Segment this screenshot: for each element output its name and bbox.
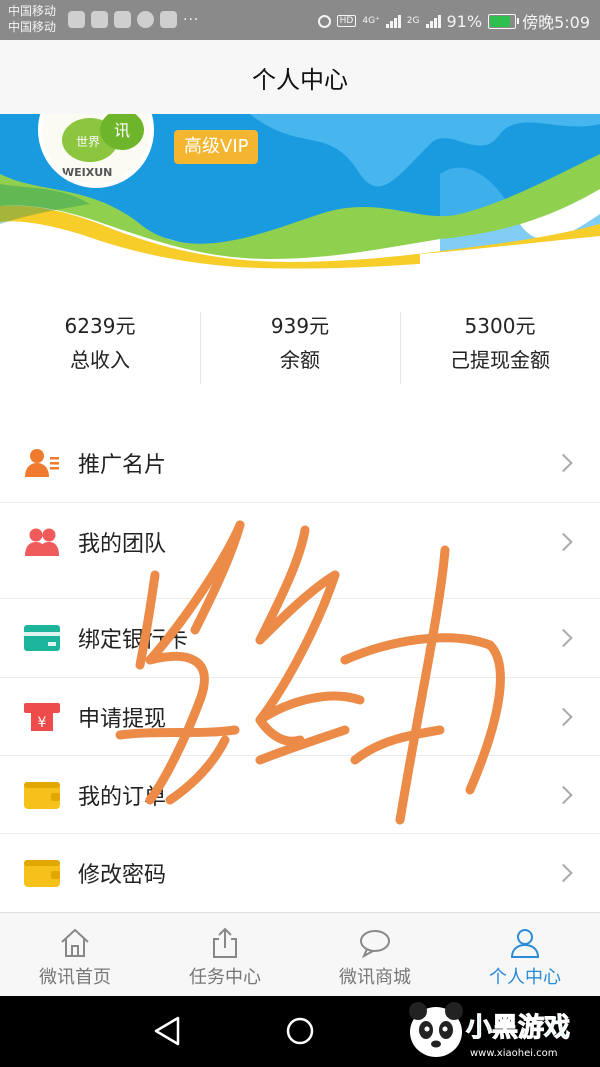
stat-total-income[interactable]: 6239元 总收入 xyxy=(0,310,200,384)
bottom-nav: 微讯首页 任务中心 微讯商城 个人中心 xyxy=(0,912,600,997)
business-card-icon xyxy=(25,449,59,477)
stat-label: 己提现金额 xyxy=(450,348,550,372)
svg-text:¥: ¥ xyxy=(38,715,47,731)
chevron-right-icon xyxy=(554,628,573,648)
back-icon[interactable] xyxy=(154,1016,180,1046)
watermark-logo-icon: 小黑游戏 www.xiaohei.com xyxy=(409,1002,571,1059)
menu-item-bind-bank-card[interactable]: 绑定银行卡 xyxy=(0,599,600,677)
battery-percent: 91% xyxy=(446,11,483,31)
person-icon xyxy=(510,929,540,958)
clock: 傍晚5:09 xyxy=(522,13,590,32)
network-4g-label: 4G⁺ xyxy=(362,16,380,26)
status-bar: 中国移动 中国移动 ··· HD 4G⁺ 2G 91% 傍晚5:09 xyxy=(0,0,600,40)
carrier-1: 中国移动 xyxy=(8,4,57,18)
tab-home[interactable]: 微讯首页 xyxy=(0,913,150,997)
tab-label: 个人中心 xyxy=(489,967,561,988)
tab-label: 任务中心 xyxy=(189,967,261,988)
system-navigation-bar: 小黑游戏 www.xiaohei.com xyxy=(0,996,600,1067)
system-indicators: HD 4G⁺ 2G 91% 傍晚5:09 xyxy=(317,9,590,33)
home-circle-icon[interactable] xyxy=(286,1017,314,1045)
stat-label: 总收入 xyxy=(70,348,130,372)
order-wallet-icon xyxy=(24,782,60,809)
home-icon xyxy=(61,928,89,957)
menu-item-withdraw[interactable]: ¥ 申请提现 xyxy=(0,678,600,756)
title-bar: 个人中心 xyxy=(0,40,600,115)
menu-item-business-card[interactable]: 推广名片 xyxy=(0,424,600,502)
carrier-2: 中国移动 xyxy=(8,20,57,34)
music-notification-icon xyxy=(91,11,108,28)
stat-balance[interactable]: 939元 余额 xyxy=(200,310,400,384)
shield-notification-icon xyxy=(114,11,131,28)
weixun-logo-icon: 世界 讯 WEIXUN xyxy=(42,114,150,184)
chat-bubble-icon xyxy=(360,930,390,959)
withdraw-icon: ¥ xyxy=(24,703,60,731)
chevron-right-icon xyxy=(554,707,573,727)
avatar-wordmark: WEIXUN xyxy=(62,166,112,179)
watermark-url-text: www.xiaohei.com xyxy=(470,1048,558,1059)
chat-notification-icon xyxy=(137,11,154,28)
menu-item-label: 申请提现 xyxy=(78,707,167,732)
chevron-right-icon xyxy=(554,863,573,883)
stat-value: 5300元 xyxy=(464,314,536,338)
app-notification-icon xyxy=(68,11,85,28)
menu-item-label: 修改密码 xyxy=(78,863,167,888)
tab-label: 微讯商城 xyxy=(339,967,411,988)
tab-profile[interactable]: 个人中心 xyxy=(450,913,600,997)
stats-row: 6239元 总收入 939元 余额 5300元 己提现金额 xyxy=(0,310,600,384)
more-notifications: ··· xyxy=(183,11,200,28)
menu-item-my-team[interactable]: 我的团队 xyxy=(0,503,600,581)
alarm-icon xyxy=(317,14,331,28)
hd-badge: HD xyxy=(336,15,357,27)
stat-withdrawn[interactable]: 5300元 己提现金额 xyxy=(400,310,600,384)
stat-value: 6239元 xyxy=(64,314,136,338)
menu-item-label: 绑定银行卡 xyxy=(78,628,189,653)
stat-value: 939元 xyxy=(270,314,330,338)
notification-icons: ··· xyxy=(68,11,199,28)
menu-item-label: 推广名片 xyxy=(78,453,167,478)
share-upload-icon xyxy=(213,927,237,958)
svg-text:讯: 讯 xyxy=(114,121,130,140)
password-wallet-icon xyxy=(24,860,60,887)
battery-icon xyxy=(488,13,520,29)
menu-item-change-password[interactable]: 修改密码 xyxy=(0,834,600,912)
carrier-info: 中国移动 中国移动 xyxy=(8,3,56,35)
stat-label: 余额 xyxy=(280,348,320,372)
page-title: 个人中心 xyxy=(252,65,348,94)
app-notification-icon xyxy=(160,11,177,28)
profile-banner: 世界 讯 WEIXUN 高级VIP xyxy=(0,114,600,274)
avatar-text: 世界 xyxy=(76,135,100,149)
bank-card-icon xyxy=(24,625,60,651)
menu-item-label: 我的团队 xyxy=(78,532,167,557)
chevron-right-icon xyxy=(554,453,573,473)
chevron-right-icon xyxy=(554,532,573,552)
menu-item-my-orders[interactable]: 我的订单 xyxy=(0,756,600,834)
watermark-brand-text: 小黑游戏 xyxy=(466,1013,570,1043)
tab-task-center[interactable]: 任务中心 xyxy=(150,913,300,997)
signal-icon xyxy=(385,14,401,28)
tab-label: 微讯首页 xyxy=(39,967,111,988)
team-icon xyxy=(25,528,59,556)
menu-item-label: 我的订单 xyxy=(78,785,167,810)
tab-mall[interactable]: 微讯商城 xyxy=(300,913,450,997)
vip-badge: 高级VIP xyxy=(174,130,259,164)
signal-icon xyxy=(425,14,441,28)
network-2g-label: 2G xyxy=(406,16,420,26)
chevron-right-icon xyxy=(554,785,573,805)
